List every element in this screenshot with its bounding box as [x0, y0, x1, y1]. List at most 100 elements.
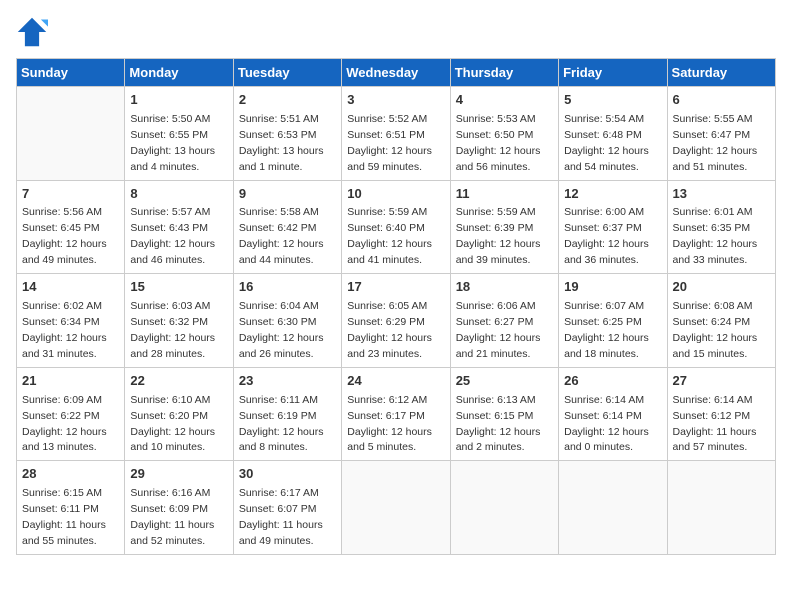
- calendar-cell: 23 Sunrise: 6:11 AMSunset: 6:19 PMDayligh…: [233, 367, 341, 461]
- cell-content: Sunrise: 6:12 AMSunset: 6:17 PMDaylight:…: [347, 394, 432, 454]
- day-number: 28: [22, 465, 119, 484]
- calendar-table: SundayMondayTuesdayWednesdayThursdayFrid…: [16, 58, 776, 555]
- day-number: 13: [673, 185, 770, 204]
- day-number: 7: [22, 185, 119, 204]
- calendar-cell: [342, 461, 450, 555]
- calendar-cell: [450, 461, 558, 555]
- calendar-cell: 6 Sunrise: 5:55 AMSunset: 6:47 PMDaylight…: [667, 87, 775, 181]
- calendar-cell: [17, 87, 125, 181]
- calendar-header-row: SundayMondayTuesdayWednesdayThursdayFrid…: [17, 59, 776, 87]
- calendar-cell: 14 Sunrise: 6:02 AMSunset: 6:34 PMDayligh…: [17, 274, 125, 368]
- calendar-cell: 24 Sunrise: 6:12 AMSunset: 6:17 PMDayligh…: [342, 367, 450, 461]
- calendar-cell: 11 Sunrise: 5:59 AMSunset: 6:39 PMDayligh…: [450, 180, 558, 274]
- calendar-cell: 4Sunrise: 5:53 AMSunset: 6:50 PMDaylight…: [450, 87, 558, 181]
- day-number: 11: [456, 185, 553, 204]
- cell-content: Sunrise: 6:06 AMSunset: 6:27 PMDaylight:…: [456, 300, 541, 360]
- calendar-cell: 30 Sunrise: 6:17 AMSunset: 6:07 PMDayligh…: [233, 461, 341, 555]
- cell-content: Sunrise: 6:03 AMSunset: 6:32 PMDaylight:…: [130, 300, 215, 360]
- page-header: [16, 16, 776, 48]
- cell-content: Sunrise: 6:01 AMSunset: 6:35 PMDaylight:…: [673, 206, 758, 266]
- week-row-0: 1 Sunrise: 5:50 AMSunset: 6:55 PMDaylight…: [17, 87, 776, 181]
- calendar-cell: 2 Sunrise: 5:51 AMSunset: 6:53 PMDaylight…: [233, 87, 341, 181]
- day-number: 20: [673, 278, 770, 297]
- calendar-cell: 5 Sunrise: 5:54 AMSunset: 6:48 PMDaylight…: [559, 87, 667, 181]
- calendar-cell: 17 Sunrise: 6:05 AMSunset: 6:29 PMDayligh…: [342, 274, 450, 368]
- week-row-3: 21 Sunrise: 6:09 AMSunset: 6:22 PMDayligh…: [17, 367, 776, 461]
- calendar-cell: 1 Sunrise: 5:50 AMSunset: 6:55 PMDaylight…: [125, 87, 233, 181]
- week-row-1: 7 Sunrise: 5:56 AMSunset: 6:45 PMDaylight…: [17, 180, 776, 274]
- cell-content: Sunrise: 6:17 AMSunset: 6:07 PMDaylight:…: [239, 487, 323, 547]
- day-number: 6: [673, 91, 770, 110]
- calendar-cell: 21 Sunrise: 6:09 AMSunset: 6:22 PMDayligh…: [17, 367, 125, 461]
- calendar-cell: 22 Sunrise: 6:10 AMSunset: 6:20 PMDayligh…: [125, 367, 233, 461]
- cell-content: Sunrise: 6:04 AMSunset: 6:30 PMDaylight:…: [239, 300, 324, 360]
- day-number: 26: [564, 372, 661, 391]
- calendar-cell: 18 Sunrise: 6:06 AMSunset: 6:27 PMDayligh…: [450, 274, 558, 368]
- day-number: 10: [347, 185, 444, 204]
- calendar-cell: 20 Sunrise: 6:08 AMSunset: 6:24 PMDayligh…: [667, 274, 775, 368]
- day-number: 17: [347, 278, 444, 297]
- cell-content: Sunrise: 6:14 AMSunset: 6:14 PMDaylight:…: [564, 394, 649, 454]
- cell-content: Sunrise: 5:59 AMSunset: 6:40 PMDaylight:…: [347, 206, 432, 266]
- calendar-cell: 29Sunrise: 6:16 AMSunset: 6:09 PMDayligh…: [125, 461, 233, 555]
- cell-content: Sunrise: 5:52 AMSunset: 6:51 PMDaylight:…: [347, 113, 432, 173]
- cell-content: Sunrise: 6:05 AMSunset: 6:29 PMDaylight:…: [347, 300, 432, 360]
- cell-content: Sunrise: 5:55 AMSunset: 6:47 PMDaylight:…: [673, 113, 758, 173]
- calendar-cell: 8 Sunrise: 5:57 AMSunset: 6:43 PMDaylight…: [125, 180, 233, 274]
- day-number: 5: [564, 91, 661, 110]
- logo: [16, 16, 52, 48]
- calendar-cell: [559, 461, 667, 555]
- header-sunday: Sunday: [17, 59, 125, 87]
- calendar-cell: 9 Sunrise: 5:58 AMSunset: 6:42 PMDaylight…: [233, 180, 341, 274]
- day-number: 24: [347, 372, 444, 391]
- header-wednesday: Wednesday: [342, 59, 450, 87]
- header-tuesday: Tuesday: [233, 59, 341, 87]
- header-friday: Friday: [559, 59, 667, 87]
- cell-content: Sunrise: 5:50 AMSunset: 6:55 PMDaylight:…: [130, 113, 215, 173]
- day-number: 30: [239, 465, 336, 484]
- day-number: 15: [130, 278, 227, 297]
- calendar-cell: [667, 461, 775, 555]
- calendar-cell: 19 Sunrise: 6:07 AMSunset: 6:25 PMDayligh…: [559, 274, 667, 368]
- header-monday: Monday: [125, 59, 233, 87]
- cell-content: Sunrise: 6:08 AMSunset: 6:24 PMDaylight:…: [673, 300, 758, 360]
- calendar-cell: 28 Sunrise: 6:15 AMSunset: 6:11 PMDayligh…: [17, 461, 125, 555]
- calendar-cell: 16 Sunrise: 6:04 AMSunset: 6:30 PMDayligh…: [233, 274, 341, 368]
- logo-icon: [16, 16, 48, 48]
- week-row-2: 14 Sunrise: 6:02 AMSunset: 6:34 PMDayligh…: [17, 274, 776, 368]
- cell-content: Sunrise: 5:51 AMSunset: 6:53 PMDaylight:…: [239, 113, 324, 173]
- cell-content: Sunrise: 6:11 AMSunset: 6:19 PMDaylight:…: [239, 394, 324, 454]
- day-number: 22: [130, 372, 227, 391]
- cell-content: Sunrise: 6:13 AMSunset: 6:15 PMDaylight:…: [456, 394, 541, 454]
- day-number: 23: [239, 372, 336, 391]
- cell-content: Sunrise: 5:59 AMSunset: 6:39 PMDaylight:…: [456, 206, 541, 266]
- day-number: 2: [239, 91, 336, 110]
- calendar-cell: 26 Sunrise: 6:14 AMSunset: 6:14 PMDayligh…: [559, 367, 667, 461]
- calendar-cell: 15 Sunrise: 6:03 AMSunset: 6:32 PMDayligh…: [125, 274, 233, 368]
- calendar-cell: 13 Sunrise: 6:01 AMSunset: 6:35 PMDayligh…: [667, 180, 775, 274]
- cell-content: Sunrise: 5:54 AMSunset: 6:48 PMDaylight:…: [564, 113, 649, 173]
- cell-content: Sunrise: 5:53 AMSunset: 6:50 PMDaylight:…: [456, 113, 541, 173]
- day-number: 14: [22, 278, 119, 297]
- cell-content: Sunrise: 6:07 AMSunset: 6:25 PMDaylight:…: [564, 300, 649, 360]
- cell-content: Sunrise: 6:09 AMSunset: 6:22 PMDaylight:…: [22, 394, 107, 454]
- cell-content: Sunrise: 5:56 AMSunset: 6:45 PMDaylight:…: [22, 206, 107, 266]
- cell-content: Sunrise: 6:16 AMSunset: 6:09 PMDaylight:…: [130, 487, 214, 547]
- cell-content: Sunrise: 5:57 AMSunset: 6:43 PMDaylight:…: [130, 206, 215, 266]
- day-number: 16: [239, 278, 336, 297]
- day-number: 21: [22, 372, 119, 391]
- day-number: 1: [130, 91, 227, 110]
- day-number: 12: [564, 185, 661, 204]
- day-number: 8: [130, 185, 227, 204]
- cell-content: Sunrise: 5:58 AMSunset: 6:42 PMDaylight:…: [239, 206, 324, 266]
- day-number: 9: [239, 185, 336, 204]
- cell-content: Sunrise: 6:14 AMSunset: 6:12 PMDaylight:…: [673, 394, 757, 454]
- day-number: 19: [564, 278, 661, 297]
- calendar-cell: 25Sunrise: 6:13 AMSunset: 6:15 PMDayligh…: [450, 367, 558, 461]
- cell-content: Sunrise: 6:02 AMSunset: 6:34 PMDaylight:…: [22, 300, 107, 360]
- cell-content: Sunrise: 6:15 AMSunset: 6:11 PMDaylight:…: [22, 487, 106, 547]
- cell-content: Sunrise: 6:10 AMSunset: 6:20 PMDaylight:…: [130, 394, 215, 454]
- calendar-cell: 10 Sunrise: 5:59 AMSunset: 6:40 PMDayligh…: [342, 180, 450, 274]
- calendar-cell: 12Sunrise: 6:00 AMSunset: 6:37 PMDayligh…: [559, 180, 667, 274]
- day-number: 18: [456, 278, 553, 297]
